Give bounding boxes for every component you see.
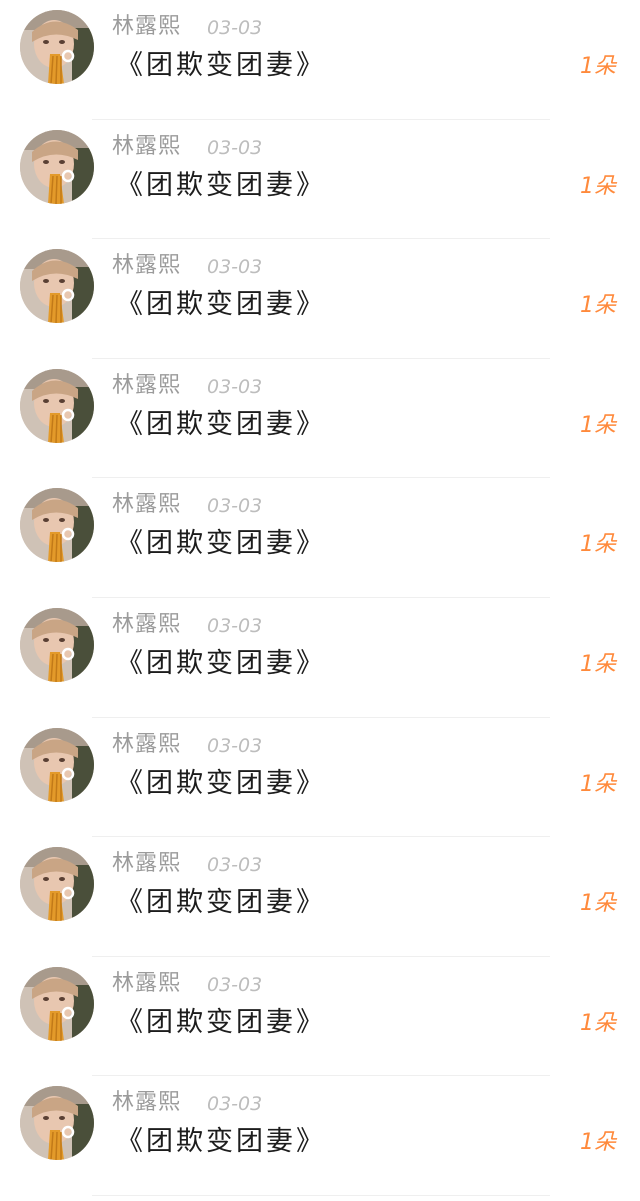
- gift-date: 03-03: [207, 495, 263, 518]
- avatar-photo-icon: [20, 727, 94, 802]
- avatar[interactable]: [20, 249, 94, 324]
- sender-name: 林露熙: [112, 1090, 182, 1116]
- sender-name: 林露熙: [112, 14, 182, 39]
- sender-name: 林露熙: [112, 492, 182, 518]
- gift-date: 03-03: [207, 256, 263, 279]
- avatar-photo-icon: [20, 129, 94, 204]
- divider: [92, 1194, 550, 1196]
- avatar[interactable]: [20, 1086, 94, 1161]
- sender-name: 林露熙: [112, 731, 182, 757]
- avatar[interactable]: [20, 10, 94, 84]
- gift-count: 1朵: [580, 891, 616, 917]
- gift-count: 1朵: [580, 412, 616, 438]
- list-item[interactable]: 林露熙 03-03 《团欺变团妻》 1朵: [0, 1076, 640, 1196]
- gift-count: 1朵: [580, 771, 616, 797]
- work-title[interactable]: 《团欺变团妻》: [116, 407, 326, 443]
- work-title[interactable]: 《团欺变团妻》: [116, 48, 326, 84]
- work-title[interactable]: 《团欺变团妻》: [116, 646, 326, 682]
- avatar[interactable]: [20, 847, 94, 922]
- avatar[interactable]: [20, 966, 94, 1041]
- list-item[interactable]: 林露熙 03-03 《团欺变团妻》 1朵: [0, 0, 640, 120]
- avatar[interactable]: [20, 488, 94, 563]
- gift-record-list: 林露熙 03-03 《团欺变团妻》 1朵 林露熙 03-03 《团欺变团妻》 1…: [0, 0, 640, 1196]
- gift-date: 03-03: [207, 17, 263, 39]
- work-title[interactable]: 《团欺变团妻》: [116, 885, 326, 921]
- sender-name: 林露熙: [112, 133, 182, 159]
- avatar[interactable]: [20, 607, 94, 682]
- sender-name: 林露熙: [112, 611, 182, 637]
- list-item[interactable]: 林露熙 03-03 《团欺变团妻》 1朵: [0, 837, 640, 957]
- avatar[interactable]: [20, 129, 94, 204]
- gift-count: 1朵: [580, 651, 616, 677]
- list-item[interactable]: 林露熙 03-03 《团欺变团妻》 1朵: [0, 957, 640, 1077]
- gift-count: 1朵: [580, 54, 616, 79]
- work-title[interactable]: 《团欺变团妻》: [116, 287, 326, 323]
- avatar[interactable]: [20, 368, 94, 443]
- avatar-photo-icon: [20, 607, 94, 682]
- work-title[interactable]: 《团欺变团妻》: [116, 1005, 326, 1041]
- avatar-photo-icon: [20, 488, 94, 563]
- avatar-photo-icon: [20, 10, 94, 84]
- avatar-photo-icon: [20, 368, 94, 443]
- work-title[interactable]: 《团欺变团妻》: [116, 526, 326, 562]
- avatar-photo-icon: [20, 847, 94, 922]
- work-title[interactable]: 《团欺变团妻》: [116, 168, 326, 204]
- work-title[interactable]: 《团欺变团妻》: [116, 1124, 326, 1160]
- list-item[interactable]: 林露熙 03-03 《团欺变团妻》 1朵: [0, 478, 640, 598]
- gift-count: 1朵: [580, 1130, 616, 1156]
- gift-count: 1朵: [580, 173, 616, 199]
- sender-name: 林露熙: [112, 970, 182, 996]
- list-item[interactable]: 林露熙 03-03 《团欺变团妻》 1朵: [0, 359, 640, 479]
- sender-name: 林露熙: [112, 851, 182, 877]
- gift-count: 1朵: [580, 1010, 616, 1036]
- gift-date: 03-03: [207, 854, 263, 877]
- avatar-photo-icon: [20, 1086, 94, 1161]
- gift-date: 03-03: [207, 734, 263, 757]
- gift-date: 03-03: [207, 614, 263, 637]
- list-item[interactable]: 林露熙 03-03 《团欺变团妻》 1朵: [0, 598, 640, 718]
- avatar-photo-icon: [20, 966, 94, 1041]
- gift-date: 03-03: [207, 136, 263, 159]
- gift-count: 1朵: [580, 293, 616, 319]
- work-title[interactable]: 《团欺变团妻》: [116, 766, 326, 802]
- gift-date: 03-03: [207, 375, 263, 398]
- sender-name: 林露熙: [112, 372, 182, 398]
- list-item[interactable]: 林露熙 03-03 《团欺变团妻》 1朵: [0, 120, 640, 240]
- list-item[interactable]: 林露熙 03-03 《团欺变团妻》 1朵: [0, 718, 640, 838]
- gift-date: 03-03: [207, 973, 263, 996]
- list-item[interactable]: 林露熙 03-03 《团欺变团妻》 1朵: [0, 239, 640, 359]
- sender-name: 林露熙: [112, 253, 182, 279]
- gift-count: 1朵: [580, 532, 616, 558]
- avatar-photo-icon: [20, 249, 94, 324]
- gift-date: 03-03: [207, 1093, 263, 1116]
- avatar[interactable]: [20, 727, 94, 802]
